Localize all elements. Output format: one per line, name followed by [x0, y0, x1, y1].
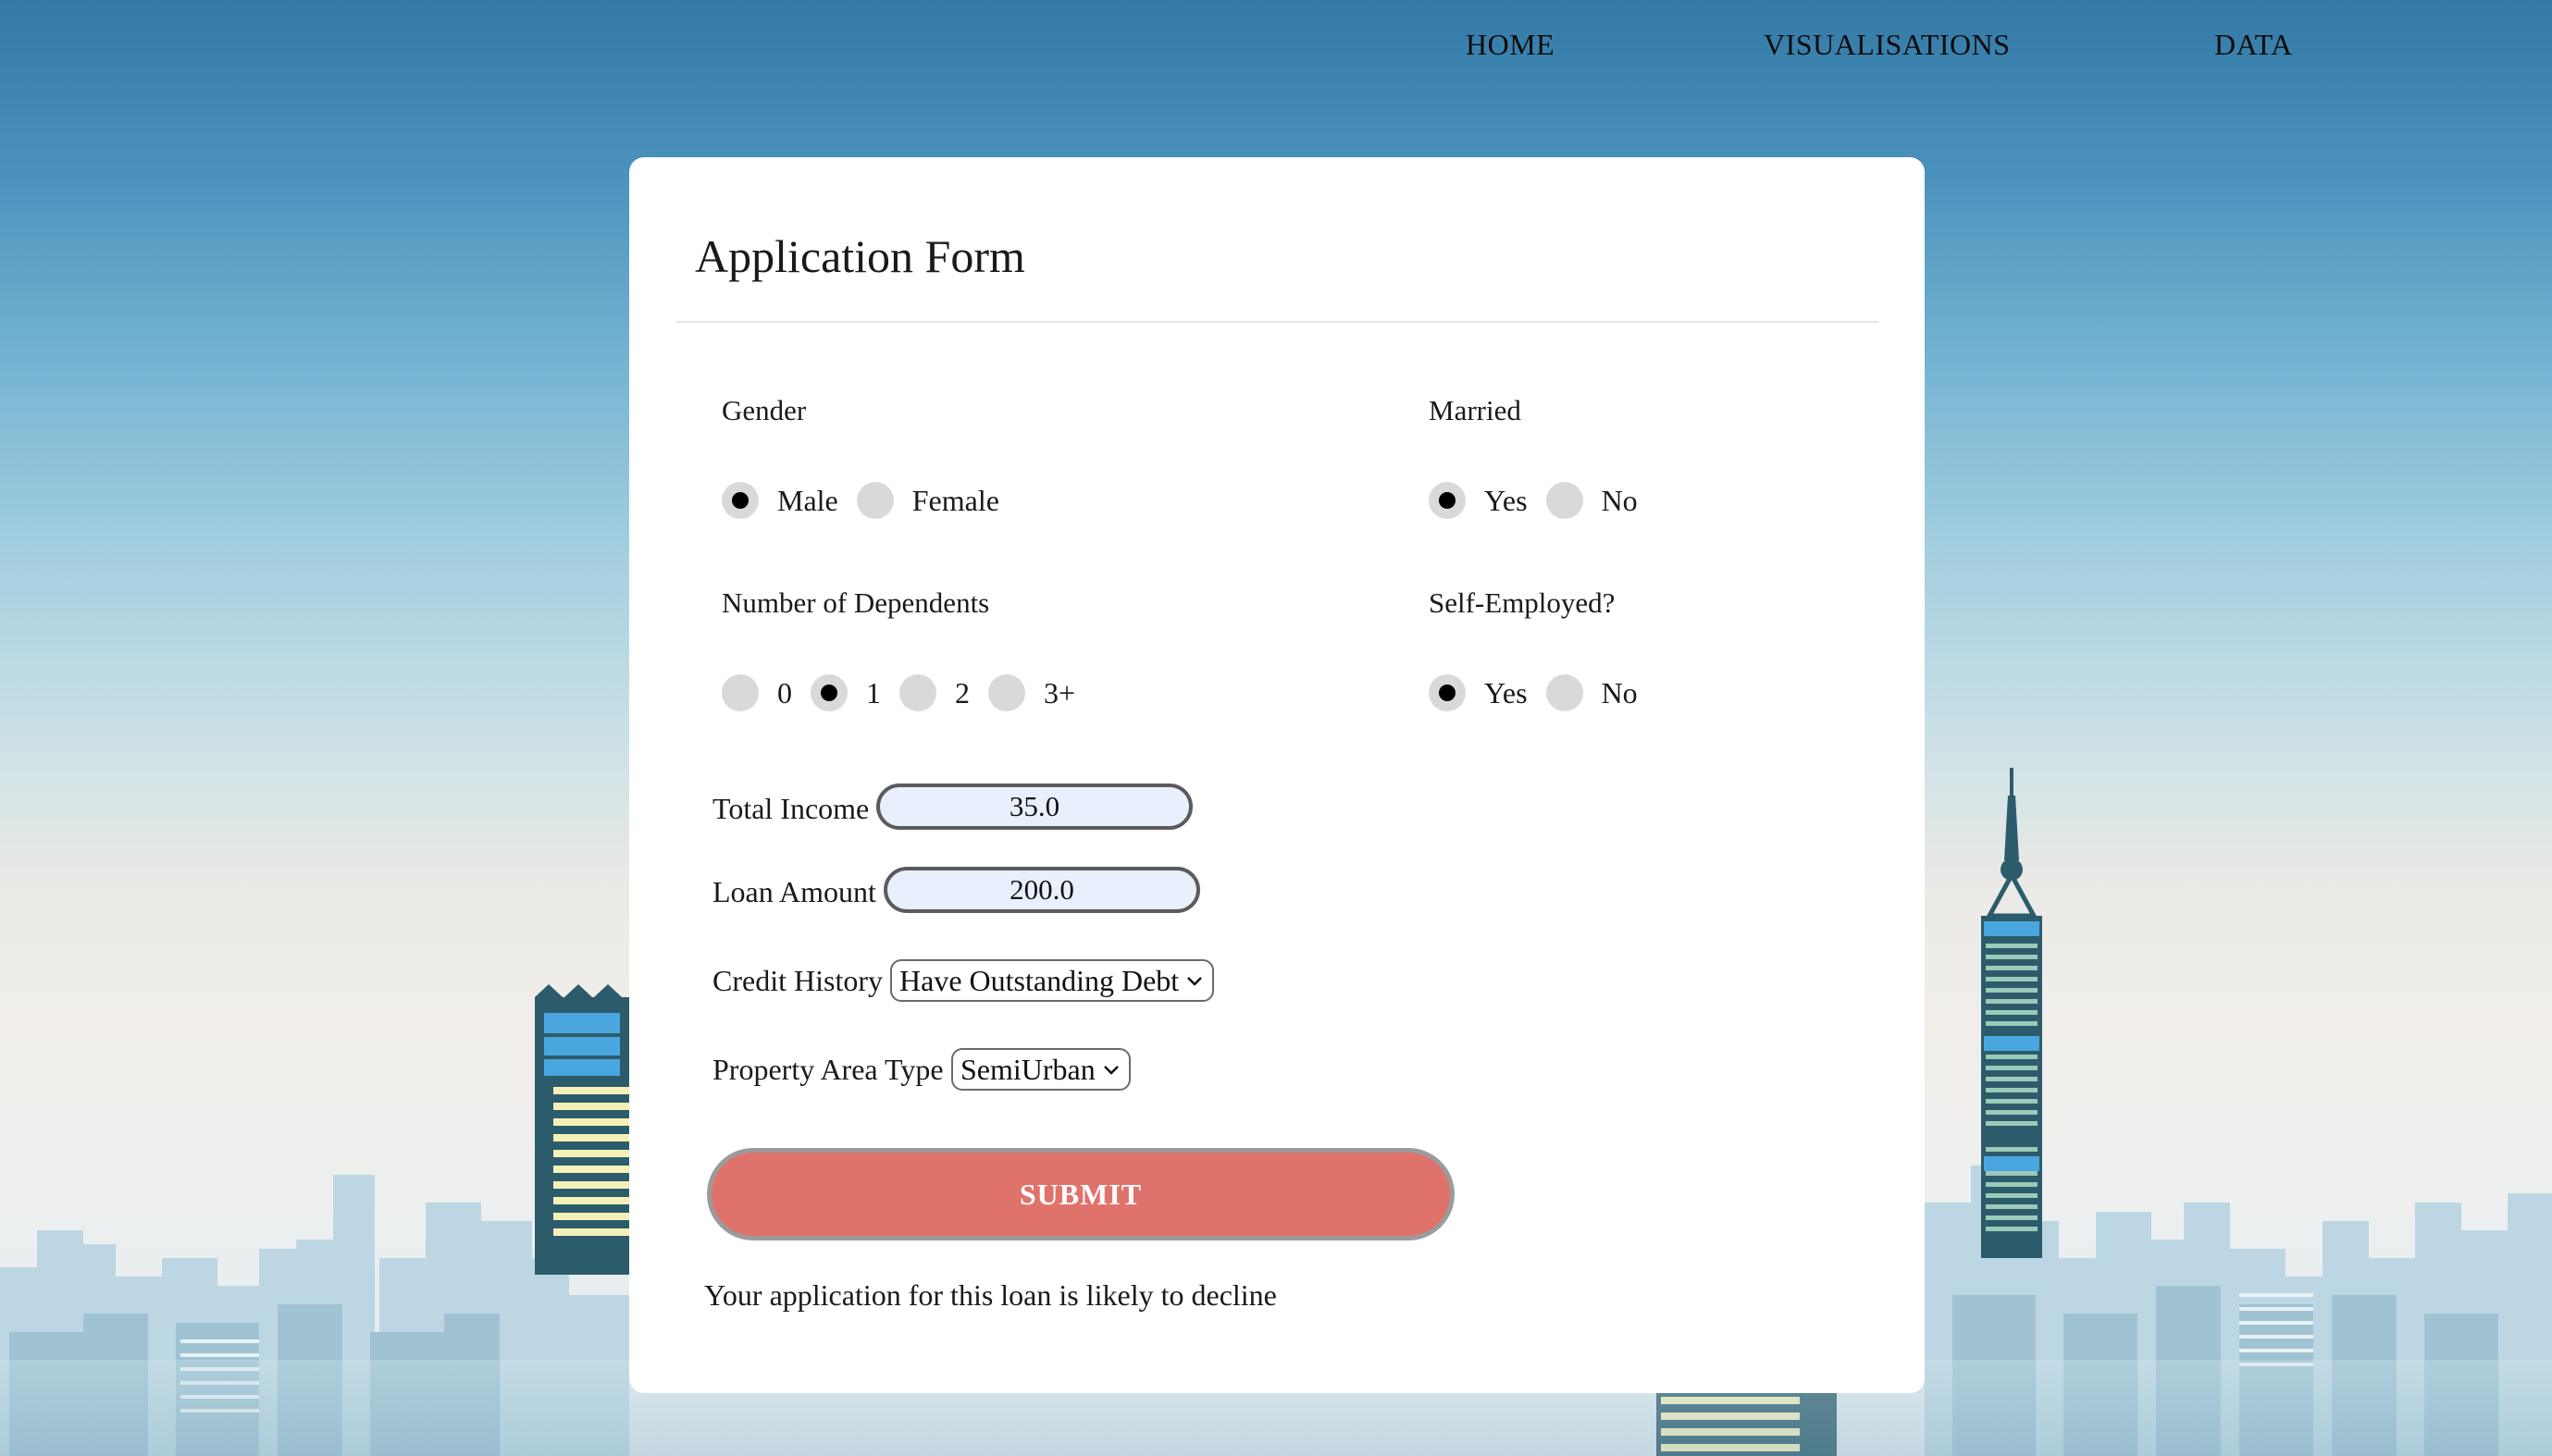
self-employed-no-radio[interactable]: [1545, 674, 1583, 711]
property-area-label: Property Area Type: [712, 1053, 944, 1086]
credit-history-label: Credit History: [712, 964, 883, 997]
married-no-label: No: [1601, 483, 1638, 517]
gender-male-label: Male: [777, 483, 838, 517]
dependents-0-label: 0: [777, 675, 792, 709]
form-title: Application Form: [695, 230, 1025, 282]
self-employed-yes-radio[interactable]: [1429, 674, 1466, 711]
gender-label: Gender: [722, 394, 807, 426]
dependents-2-label: 2: [955, 675, 970, 709]
self-employed-yes-label: Yes: [1484, 675, 1528, 709]
chevron-down-icon: [1187, 977, 1203, 986]
dependents-0-radio[interactable]: [722, 674, 759, 711]
dependents-1-label: 1: [866, 675, 881, 709]
dependents-3plus-label: 3+: [1044, 675, 1076, 709]
married-label: Married: [1429, 394, 1521, 426]
total-income-label: Total Income: [712, 792, 870, 825]
title-divider: [675, 321, 1878, 323]
married-no-radio[interactable]: [1545, 482, 1583, 519]
credit-history-select[interactable]: Have Outstanding Debt: [890, 959, 1215, 1002]
credit-history-value: Have Outstanding Debt: [899, 963, 1180, 997]
married-yes-radio[interactable]: [1429, 482, 1466, 519]
prediction-result-text: Your application for this loan is likely…: [704, 1278, 1277, 1312]
submit-button[interactable]: SUBMIT: [707, 1148, 1455, 1240]
self-employed-label: Self-Employed?: [1429, 586, 1616, 619]
married-radio-group: Yes No: [1429, 480, 1656, 521]
gender-female-radio[interactable]: [856, 482, 894, 519]
top-nav: HOME VISUALISATIONS DATA: [0, 28, 2552, 74]
nav-data-link[interactable]: DATA: [2214, 28, 2293, 62]
gender-female-label: Female: [911, 483, 999, 517]
application-form-card: Application Form Gender Male Female Marr…: [629, 157, 1925, 1393]
dependents-3plus-radio[interactable]: [988, 674, 1025, 711]
dependents-2-radio[interactable]: [899, 674, 936, 711]
property-area-select[interactable]: SemiUrban: [951, 1048, 1131, 1091]
loan-amount-label: Loan Amount: [712, 875, 876, 908]
self-employed-no-label: No: [1601, 675, 1638, 709]
dependents-label: Number of Dependents: [722, 586, 990, 619]
nav-home-link[interactable]: HOME: [1466, 28, 1555, 62]
nav-visualisations-link[interactable]: VISUALISATIONS: [1764, 28, 2011, 62]
gender-radio-group: Male Female: [722, 480, 1018, 521]
dependents-radio-group: 0 1 2 3+: [722, 672, 1094, 713]
chevron-down-icon: [1103, 1066, 1119, 1075]
married-yes-label: Yes: [1484, 483, 1528, 517]
property-area-value: SemiUrban: [960, 1052, 1096, 1086]
gender-male-radio[interactable]: [722, 482, 759, 519]
dependents-1-radio[interactable]: [811, 674, 848, 711]
loan-amount-input[interactable]: [884, 867, 1200, 913]
self-employed-radio-group: Yes No: [1429, 672, 1656, 713]
total-income-input[interactable]: [876, 784, 1193, 830]
